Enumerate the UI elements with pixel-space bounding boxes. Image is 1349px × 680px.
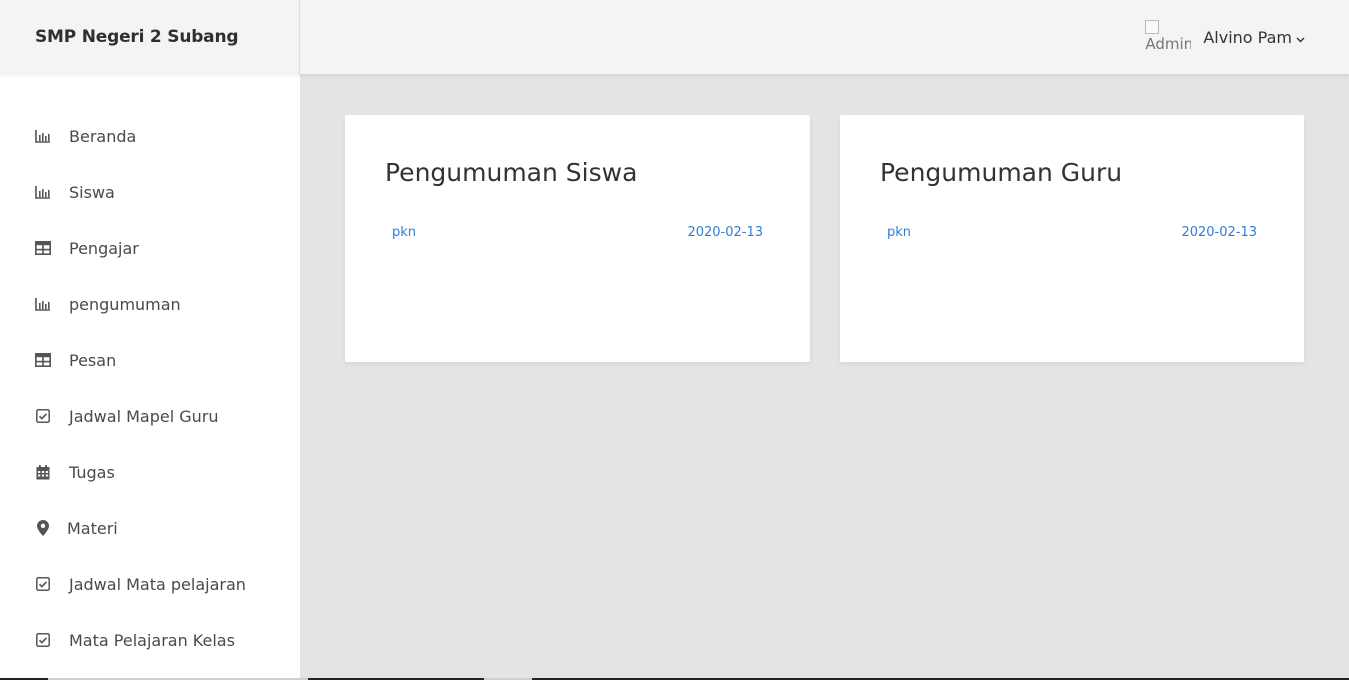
sidebar-item-beranda[interactable]: Beranda [0, 108, 300, 164]
sidebar-item-mata-pelajaran-kelas[interactable]: Mata Pelajaran Kelas [0, 612, 300, 668]
chevron-down-icon[interactable] [1296, 28, 1305, 47]
sidebar-item-label: Pesan [69, 350, 117, 370]
sidebar-item-pengajar[interactable]: Pengajar [0, 220, 300, 276]
sidebar-item-label: Jadwal Mapel Guru [69, 406, 219, 426]
sidebar-item-pesan[interactable]: Pesan [0, 332, 300, 388]
avatar[interactable]: Admin [1145, 18, 1191, 56]
announcement-card-guru: Pengumuman Guru pkn 2020-02-13 [840, 115, 1304, 362]
bar-chart-icon [34, 295, 52, 313]
topbar: Admin Alvino Pam [300, 0, 1349, 74]
card-title: Pengumuman Guru [880, 158, 1123, 187]
user-name[interactable]: Alvino Pam [1203, 28, 1292, 47]
sidebar-item-siswa[interactable]: Siswa [0, 164, 300, 220]
sidebar: SMP Negeri 2 Subang Beranda Siswa Pengaj… [0, 0, 300, 680]
map-pin-icon [34, 519, 52, 537]
sidebar-item-label: Jadwal Mata pelajaran [69, 574, 246, 594]
sidebar-nav: Beranda Siswa Pengajar pengumuman Pesan … [0, 74, 300, 668]
table-icon [34, 351, 52, 369]
calendar-icon [34, 463, 52, 481]
card-title: Pengumuman Siswa [385, 158, 638, 187]
announcement-card-siswa: Pengumuman Siswa pkn 2020-02-13 [345, 115, 810, 362]
announcement-row: pkn 2020-02-13 [385, 225, 770, 240]
sidebar-item-jadwal-mata-pelajaran[interactable]: Jadwal Mata pelajaran [0, 556, 300, 612]
sidebar-item-label: Pengajar [69, 238, 139, 258]
sidebar-item-label: pengumuman [69, 294, 181, 314]
sidebar-item-label: Beranda [69, 126, 137, 146]
sidebar-item-label: Tugas [69, 462, 115, 482]
broken-image-icon [1145, 20, 1160, 34]
sidebar-item-tugas[interactable]: Tugas [0, 444, 300, 500]
checkbox-icon [34, 575, 52, 593]
brand-title[interactable]: SMP Negeri 2 Subang [35, 27, 239, 47]
sidebar-item-jadwal-mapel-guru[interactable]: Jadwal Mapel Guru [0, 388, 300, 444]
announcement-row: pkn 2020-02-13 [880, 225, 1264, 240]
bar-chart-icon [34, 127, 52, 145]
sidebar-item-label: Siswa [69, 182, 115, 202]
bar-chart-icon [34, 183, 52, 201]
user-menu[interactable]: Admin Alvino Pam [1145, 0, 1305, 74]
brand-header: SMP Negeri 2 Subang [0, 0, 300, 74]
table-icon [34, 239, 52, 257]
announcement-date[interactable]: 2020-02-13 [687, 225, 763, 240]
checkbox-icon [34, 631, 52, 649]
sidebar-item-label: Materi [67, 518, 118, 538]
main-content: Pengumuman Siswa pkn 2020-02-13 Pengumum… [300, 74, 1349, 680]
sidebar-item-pengumuman[interactable]: pengumuman [0, 276, 300, 332]
announcement-date[interactable]: 2020-02-13 [1181, 225, 1257, 240]
sidebar-item-label: Mata Pelajaran Kelas [69, 630, 235, 650]
announcement-subject-link[interactable]: pkn [392, 225, 416, 240]
announcement-subject-link[interactable]: pkn [887, 225, 911, 240]
sidebar-item-materi[interactable]: Materi [0, 500, 300, 556]
avatar-alt-text: Admin [1145, 35, 1192, 53]
checkbox-icon [34, 407, 52, 425]
app-root: SMP Negeri 2 Subang Beranda Siswa Pengaj… [0, 0, 1349, 680]
